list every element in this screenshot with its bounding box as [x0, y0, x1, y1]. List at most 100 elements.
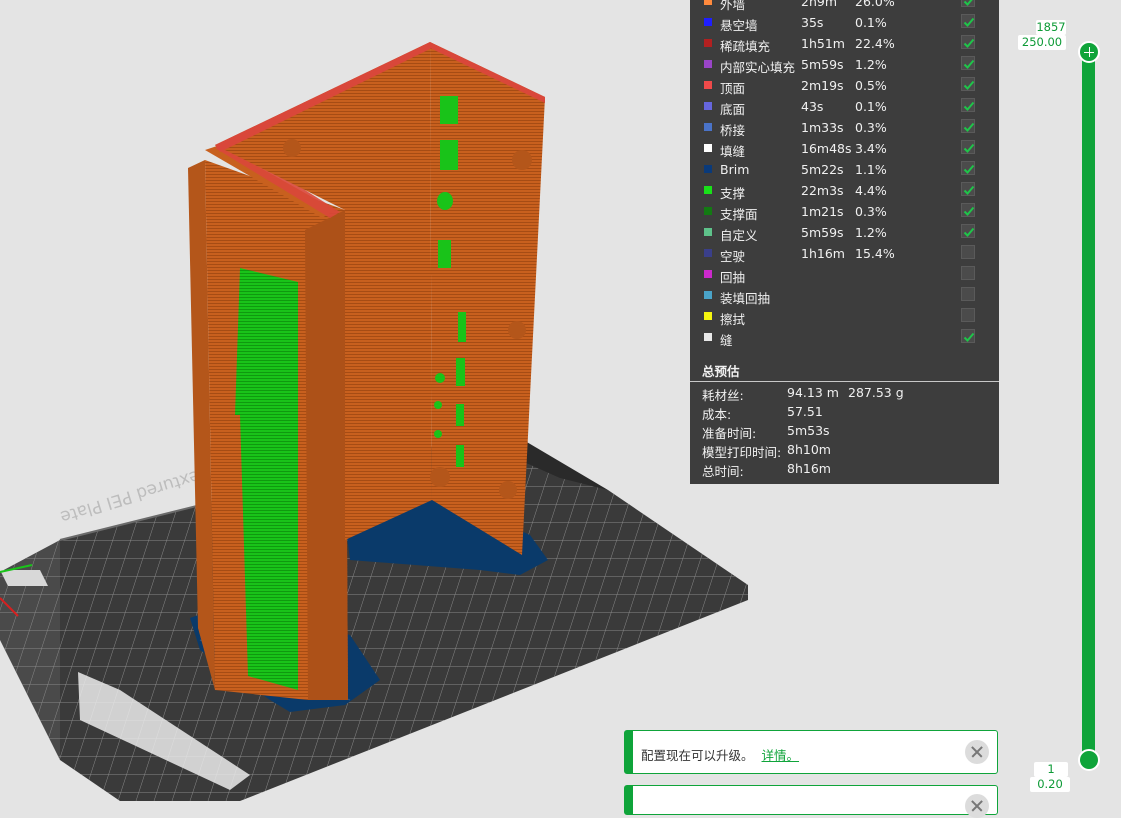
filament-label: 耗材丝:	[702, 388, 744, 403]
legend-time: 43s	[801, 99, 824, 114]
legend-time: 5m59s	[801, 57, 844, 72]
legend-swatch	[704, 102, 712, 110]
legend-name: 底面	[720, 102, 746, 117]
legend-visibility-checkbox[interactable]	[961, 308, 975, 322]
legend-percent: 22.4%	[855, 36, 895, 51]
legend-visibility-checkbox[interactable]	[961, 329, 975, 343]
notification-accent-bar	[625, 731, 633, 773]
legend-swatch	[704, 291, 712, 299]
details-link[interactable]: 详情。	[762, 748, 800, 763]
legend-name: 自定义	[720, 228, 758, 243]
legend-name: 顶面	[720, 81, 746, 96]
legend-row: 擦拭	[690, 307, 999, 328]
check-icon	[963, 80, 975, 90]
legend-row: 自定义 5m59s 1.2%	[690, 223, 999, 244]
legend-time: 2h9m	[801, 0, 838, 9]
legend-time: 5m22s	[801, 162, 844, 177]
legend-percent: 0.1%	[855, 99, 887, 114]
filament-weight: 287.53 g	[848, 385, 904, 400]
legend-swatch	[704, 0, 712, 5]
bottom-layer-number: 1	[1034, 762, 1068, 777]
legend-name: 支撑面	[720, 207, 758, 222]
legend-percent: 1.2%	[855, 225, 887, 240]
legend-visibility-checkbox[interactable]	[961, 161, 975, 175]
legend-name: 内部实心填充	[720, 60, 796, 75]
legend-time: 5m59s	[801, 225, 844, 240]
legend-name: 空驶	[720, 249, 746, 264]
legend-percent: 0.1%	[855, 15, 887, 30]
legend-row: 顶面 2m19s 0.5%	[690, 76, 999, 97]
legend-percent: 0.5%	[855, 78, 887, 93]
legend-visibility-checkbox[interactable]	[961, 56, 975, 70]
legend-name: 稀疏填充	[720, 39, 771, 54]
legend-swatch	[704, 123, 712, 131]
legend-name: 擦拭	[720, 312, 746, 327]
legend-row: 空驶 1h16m 15.4%	[690, 244, 999, 265]
legend-visibility-checkbox[interactable]	[961, 14, 975, 28]
legend-percent: 3.4%	[855, 141, 887, 156]
check-icon	[963, 38, 975, 48]
legend-visibility-checkbox[interactable]	[961, 119, 975, 133]
legend-row: 悬空墙 35s 0.1%	[690, 13, 999, 34]
legend-visibility-checkbox[interactable]	[961, 0, 975, 7]
filament-length: 94.13 m	[787, 385, 839, 400]
legend-name: 桥接	[720, 123, 746, 138]
check-icon	[963, 17, 975, 27]
legend-swatch	[704, 186, 712, 194]
legend-row: 底面 43s 0.1%	[690, 97, 999, 118]
cost-value: 57.51	[787, 404, 823, 419]
check-icon	[963, 164, 975, 174]
close-icon[interactable]	[965, 740, 989, 764]
legend-panel: 外墙 2h9m 26.0% 悬空墙 35s 0.1% 稀疏填充 1h51m 22.4% 内部实心填…	[690, 0, 999, 484]
legend-visibility-checkbox[interactable]	[961, 140, 975, 154]
legend-visibility-checkbox[interactable]	[961, 35, 975, 49]
check-icon	[963, 185, 975, 195]
bottom-layer-height: 0.20	[1030, 777, 1070, 792]
legend-visibility-checkbox[interactable]	[961, 266, 975, 280]
legend-row: 支撑 22m3s 4.4%	[690, 181, 999, 202]
prep-time-value: 5m53s	[787, 423, 830, 438]
legend-row: 支撑面 1m21s 0.3%	[690, 202, 999, 223]
legend-name: 回抽	[720, 270, 746, 285]
legend-name: 填缝	[720, 144, 746, 159]
legend-percent: 1.1%	[855, 162, 887, 177]
legend-visibility-checkbox[interactable]	[961, 182, 975, 196]
total-time-value: 8h16m	[787, 461, 831, 476]
legend-visibility-checkbox[interactable]	[961, 203, 975, 217]
check-icon	[963, 227, 975, 237]
legend-swatch	[704, 249, 712, 257]
legend-swatch	[704, 207, 712, 215]
legend-swatch	[704, 312, 712, 320]
check-icon	[963, 122, 975, 132]
legend-visibility-checkbox[interactable]	[961, 98, 975, 112]
legend-swatch	[704, 228, 712, 236]
check-icon	[963, 143, 975, 153]
legend-row: 内部实心填充 5m59s 1.2%	[690, 55, 999, 76]
layer-slider-track[interactable]	[1082, 52, 1095, 760]
layer-slider-bottom-handle[interactable]	[1078, 749, 1100, 771]
legend-visibility-checkbox[interactable]	[961, 224, 975, 238]
legend-percent: 26.0%	[855, 0, 895, 9]
second-notification	[624, 785, 998, 818]
legend-swatch	[704, 39, 712, 47]
top-layer-height: 250.00	[1018, 35, 1066, 50]
legend-visibility-checkbox[interactable]	[961, 77, 975, 91]
layer-slider-top-handle[interactable]	[1078, 41, 1100, 63]
legend-time: 1h51m	[801, 36, 845, 51]
legend-visibility-checkbox[interactable]	[961, 287, 975, 301]
total-time-label: 总时间:	[702, 464, 744, 479]
legend-visibility-checkbox[interactable]	[961, 245, 975, 259]
legend-row: 装填回抽	[690, 286, 999, 307]
legend-row: 稀疏填充 1h51m 22.4%	[690, 34, 999, 55]
notification-message: 配置现在可以升级。	[641, 748, 754, 763]
legend-name: 装填回抽	[720, 291, 771, 306]
legend-swatch	[704, 18, 712, 26]
check-icon	[963, 206, 975, 216]
model-time-value: 8h10m	[787, 442, 831, 457]
legend-percent: 4.4%	[855, 183, 887, 198]
summary-divider	[690, 381, 999, 382]
legend-time: 35s	[801, 15, 824, 30]
legend-row: 缝	[690, 328, 999, 349]
close-icon[interactable]	[965, 794, 989, 818]
legend-name: 缝	[720, 333, 733, 348]
